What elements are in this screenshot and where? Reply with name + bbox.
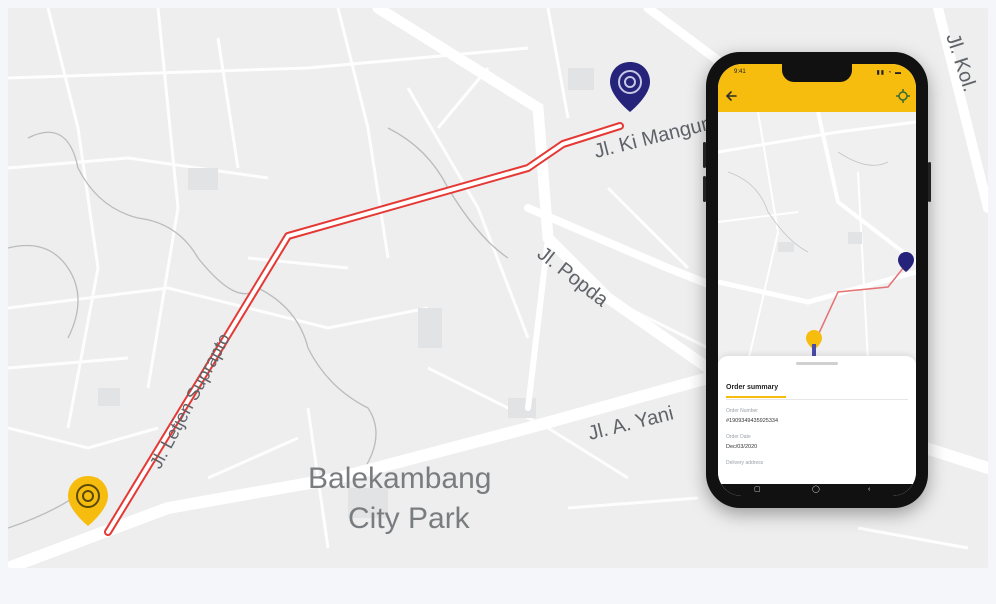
destination-marker-icon[interactable]	[610, 62, 650, 112]
phone-side-button	[703, 142, 706, 168]
street-label-letjen: Jl. Letjen Suprapto	[146, 330, 234, 472]
back-button[interactable]: ‹	[868, 485, 870, 495]
mini-destination-marker-icon	[898, 252, 914, 272]
delivery-address-label: Delivery address	[726, 460, 764, 466]
park-label-line1: Balekambang	[308, 462, 491, 495]
park-label-line2: City Park	[348, 502, 471, 535]
sheet-title-underline	[726, 396, 786, 398]
status-time: 9:41	[734, 69, 746, 75]
order-date-label: Order Date	[726, 434, 751, 440]
sheet-title: Order summary	[726, 384, 779, 391]
phone-notch	[782, 64, 852, 82]
android-nav-bar: ▢ ◯ ‹	[718, 484, 916, 496]
order-summary-sheet[interactable]: Order summary Order Number #190934943592…	[718, 356, 916, 496]
mini-map-canvas	[718, 112, 916, 362]
order-number-label: Order Number	[726, 408, 758, 414]
crosshair-icon[interactable]	[896, 89, 910, 103]
arrow-left-icon[interactable]	[724, 88, 740, 104]
sheet-divider	[726, 399, 908, 400]
order-number-value: #1909349435925334	[726, 418, 779, 424]
phone-screen: 9:41 ▮▮ ◔ ▬ Order summary Order Number #…	[718, 64, 916, 496]
sheet-drag-handle[interactable]	[796, 362, 838, 365]
app-header	[718, 82, 916, 112]
recent-apps-button[interactable]: ▢	[754, 485, 761, 495]
mini-origin-marker-icon	[806, 330, 822, 356]
origin-marker-icon[interactable]	[68, 476, 108, 526]
status-icons: ▮▮ ◔ ▬	[876, 70, 902, 76]
home-button[interactable]: ◯	[812, 485, 820, 495]
order-date-value: Dec/03/2020	[726, 444, 758, 450]
phone-side-button	[703, 176, 706, 202]
phone-mockup: 9:41 ▮▮ ◔ ▬ Order summary Order Number #…	[703, 52, 931, 508]
phone-power-button	[928, 162, 931, 202]
mini-map[interactable]	[718, 112, 916, 362]
